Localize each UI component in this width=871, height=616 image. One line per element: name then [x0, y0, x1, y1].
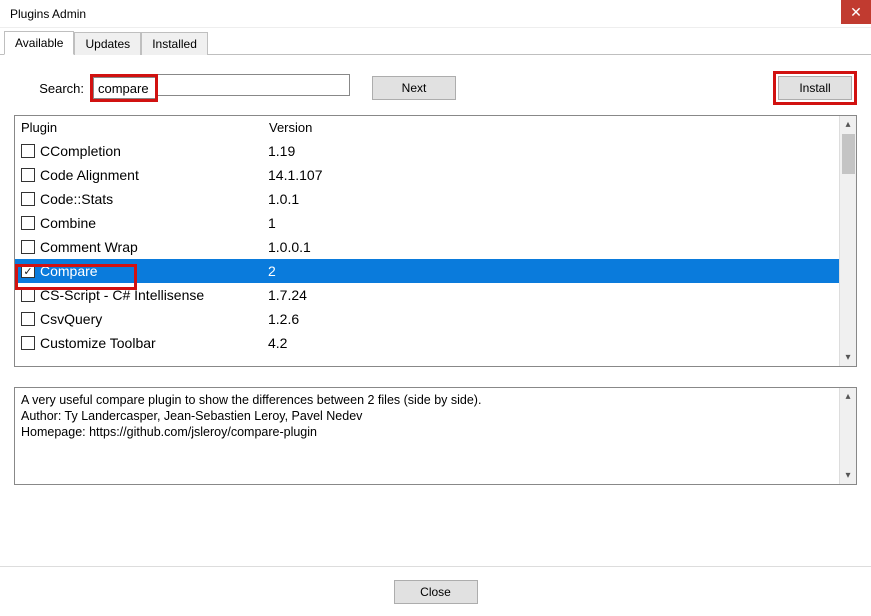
list-item[interactable]: Combine 1: [15, 211, 839, 235]
scroll-up-icon[interactable]: ▴: [840, 116, 856, 133]
window-title: Plugins Admin: [10, 7, 86, 21]
plugin-name: Code::Stats: [40, 191, 268, 207]
checkbox-icon[interactable]: ✓: [21, 264, 35, 278]
plugin-version: 1: [268, 215, 276, 231]
tab-installed[interactable]: Installed: [141, 32, 208, 55]
plugin-name: CS-Script - C# Intellisense: [40, 287, 268, 303]
checkbox-icon[interactable]: [21, 144, 35, 158]
scroll-up-icon[interactable]: ▴: [840, 388, 856, 405]
plugin-version: 2: [268, 263, 276, 279]
description-line: A very useful compare plugin to show the…: [21, 392, 833, 408]
tab-bar: Available Updates Installed: [0, 30, 871, 55]
plugin-name: Code Alignment: [40, 167, 268, 183]
description-scrollbar[interactable]: ▴ ▾: [839, 388, 856, 484]
scroll-thumb[interactable]: [842, 134, 855, 174]
plugin-version: 4.2: [268, 335, 287, 351]
list-item[interactable]: CS-Script - C# Intellisense 1.7.24: [15, 283, 839, 307]
list-scrollbar[interactable]: ▴ ▾: [839, 116, 856, 366]
search-row: Search: Next Install: [0, 55, 871, 115]
list-item[interactable]: Code::Stats 1.0.1: [15, 187, 839, 211]
next-button[interactable]: Next: [372, 76, 456, 100]
plugin-name: Combine: [40, 215, 268, 231]
list-item[interactable]: Comment Wrap 1.0.0.1: [15, 235, 839, 259]
header-version[interactable]: Version: [269, 120, 835, 135]
plugin-version: 1.0.1: [268, 191, 299, 207]
plugin-name: CsvQuery: [40, 311, 268, 327]
install-highlight: Install: [773, 71, 857, 105]
list-item[interactable]: Code Alignment 14.1.107: [15, 163, 839, 187]
list-item[interactable]: Customize Toolbar 4.2: [15, 331, 839, 355]
close-icon: ✕: [850, 4, 862, 21]
close-button[interactable]: Close: [394, 580, 478, 604]
install-button[interactable]: Install: [778, 76, 852, 100]
description-line: Author: Ty Landercasper, Jean-Sebastien …: [21, 408, 833, 424]
search-input-extension[interactable]: [158, 74, 350, 96]
search-label: Search:: [14, 81, 90, 96]
scroll-down-icon[interactable]: ▾: [840, 467, 856, 484]
title-bar: Plugins Admin: [0, 0, 871, 28]
checkbox-icon[interactable]: [21, 168, 35, 182]
description-box: A very useful compare plugin to show the…: [14, 387, 857, 485]
scroll-down-icon[interactable]: ▾: [840, 349, 856, 366]
plugin-version: 1.19: [268, 143, 295, 159]
list-item[interactable]: CsvQuery 1.2.6: [15, 307, 839, 331]
checkbox-icon[interactable]: [21, 288, 35, 302]
plugin-version: 1.0.0.1: [268, 239, 311, 255]
list-item-compare[interactable]: ✓ Compare 2: [15, 259, 839, 283]
plugin-version: 1.7.24: [268, 287, 307, 303]
plugin-name: Comment Wrap: [40, 239, 268, 255]
plugin-name: Compare: [40, 263, 268, 279]
search-highlight: [90, 74, 158, 102]
header-plugin[interactable]: Plugin: [21, 120, 269, 135]
tab-updates[interactable]: Updates: [74, 32, 141, 55]
plugin-version: 1.2.6: [268, 311, 299, 327]
plugin-version: 14.1.107: [268, 167, 323, 183]
tab-available[interactable]: Available: [4, 31, 74, 55]
plugin-name: Customize Toolbar: [40, 335, 268, 351]
checkbox-icon[interactable]: [21, 240, 35, 254]
checkbox-icon[interactable]: [21, 336, 35, 350]
search-input[interactable]: [93, 77, 155, 99]
checkbox-icon[interactable]: [21, 312, 35, 326]
window-close-button[interactable]: ✕: [841, 0, 871, 24]
checkbox-icon[interactable]: [21, 192, 35, 206]
list-header: Plugin Version: [15, 116, 839, 139]
plugin-list: Plugin Version CCompletion 1.19 Code Ali…: [14, 115, 857, 367]
plugin-name: CCompletion: [40, 143, 268, 159]
description-line: Homepage: https://github.com/jsleroy/com…: [21, 424, 833, 440]
checkbox-icon[interactable]: [21, 216, 35, 230]
list-item[interactable]: CCompletion 1.19: [15, 139, 839, 163]
bottom-bar: Close: [0, 566, 871, 616]
